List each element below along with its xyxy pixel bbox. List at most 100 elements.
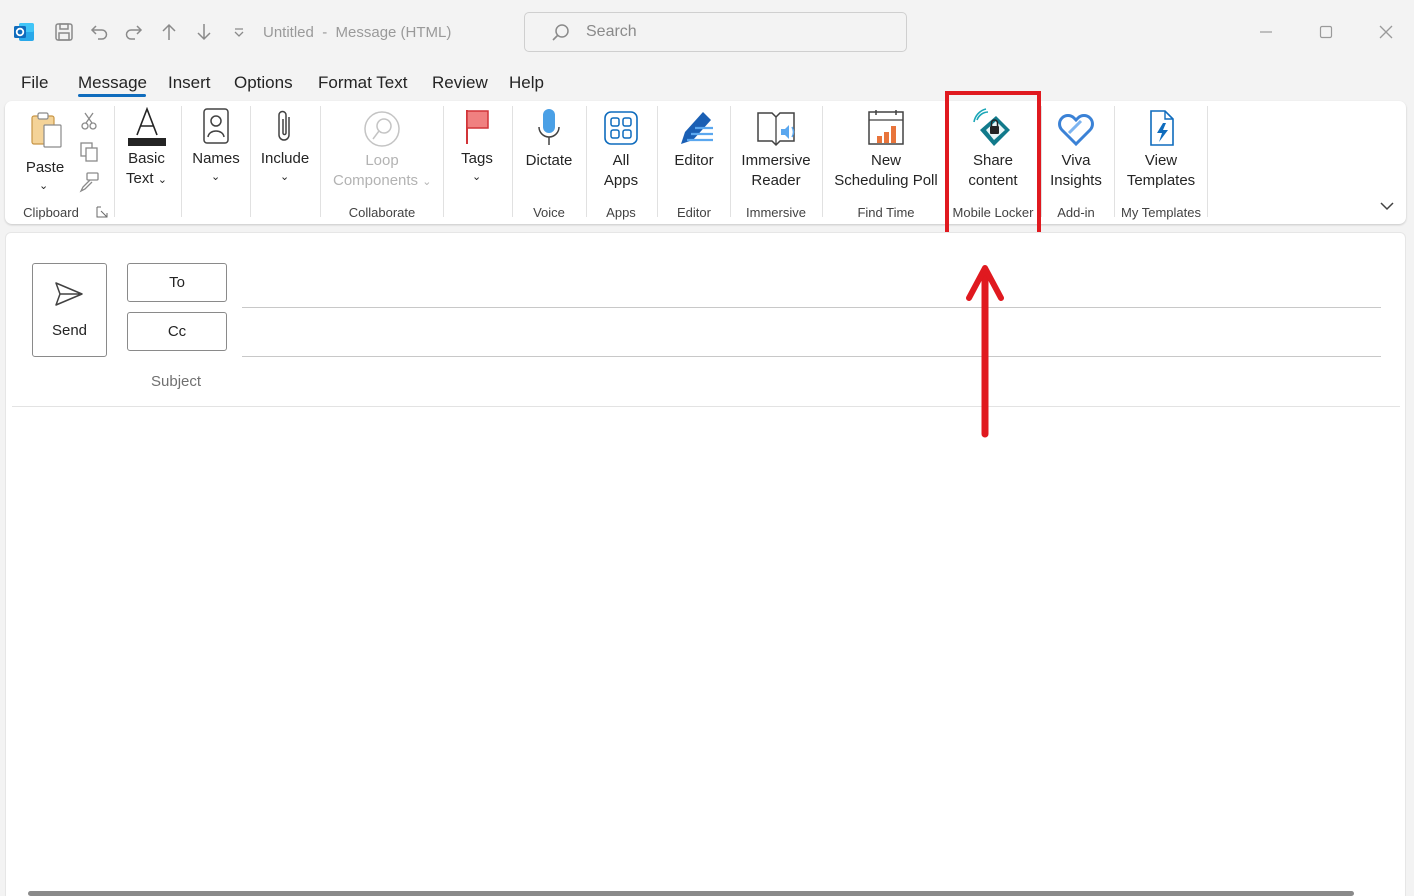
separator (320, 106, 321, 217)
include-label: Include (260, 150, 310, 167)
include-button[interactable]: Include ⌄ (257, 106, 313, 191)
save-icon[interactable] (52, 20, 76, 44)
customize-qat-icon[interactable] (227, 20, 251, 44)
active-tab-indicator (78, 94, 146, 97)
search-icon (552, 24, 569, 41)
chevron-down-icon: ⌄ (280, 171, 290, 183)
calendar-chart-icon (868, 110, 904, 145)
all-apps-button[interactable]: All Apps (590, 106, 652, 191)
tab-help[interactable]: Help (509, 73, 544, 93)
group-label-clipboard: Clipboard (23, 205, 79, 220)
poll-label-1: New (870, 152, 901, 169)
ribbon: Paste ⌄ Clipboard Basic Text ⌄ Names ⌄ I… (5, 101, 1406, 224)
send-button[interactable]: Send (32, 263, 107, 357)
loop-icon (364, 111, 400, 147)
dictate-label: Dictate (525, 152, 573, 169)
loop-label-1: Loop (365, 152, 399, 169)
font-color-icon (128, 107, 166, 146)
tab-review[interactable]: Review (432, 73, 488, 93)
apps-grid-icon (604, 111, 638, 145)
chevron-down-icon: ⌄ (211, 171, 221, 183)
viva-insights-button[interactable]: Viva Insights (1045, 106, 1107, 191)
group-label-add-in: Add-in (1057, 205, 1095, 220)
names-label: Names (192, 150, 240, 167)
cut-icon[interactable] (78, 110, 100, 132)
dictate-button[interactable]: Dictate (517, 106, 581, 191)
cc-field[interactable] (242, 356, 1381, 357)
address-book-icon (203, 108, 229, 144)
group-label-my-templates: My Templates (1121, 205, 1201, 220)
basic-text-button[interactable]: Basic Text ⌄ (118, 106, 175, 191)
group-label-find-time: Find Time (857, 205, 915, 220)
microphone-icon (538, 109, 560, 145)
templates-label-1: View (1144, 152, 1178, 169)
basic-text-label-2: Text (126, 170, 154, 187)
title-bar: Untitled - Message (HTML) Search (0, 0, 1414, 62)
viva-label-1: Viva (1061, 152, 1091, 169)
separator (1114, 106, 1115, 217)
basic-text-label-1: Basic (128, 150, 165, 167)
send-label: Send (51, 322, 88, 339)
attach-icon (278, 110, 290, 141)
undo-icon[interactable] (87, 20, 111, 44)
tab-format-text[interactable]: Format Text (318, 73, 407, 93)
names-button[interactable]: Names ⌄ (187, 106, 245, 191)
templates-label-2: Templates (1126, 172, 1196, 189)
separator (512, 106, 513, 217)
chevron-down-icon: ⌄ (157, 174, 167, 186)
annotation-arrow-icon (966, 265, 1004, 438)
group-label-voice: Voice (533, 205, 565, 220)
to-field[interactable] (242, 307, 1381, 308)
loop-components-button[interactable]: Loop Components ⌄ (328, 106, 436, 191)
to-button[interactable]: To (127, 263, 227, 302)
tags-label: Tags (461, 150, 493, 167)
editor-button[interactable]: Editor (662, 106, 726, 191)
chevron-down-icon: ⌄ (422, 176, 432, 188)
separator (1207, 106, 1208, 217)
up-arrow-icon[interactable] (157, 20, 181, 44)
immersive-reader-icon (757, 112, 795, 147)
down-arrow-icon[interactable] (192, 20, 216, 44)
highlight-box (945, 91, 1041, 236)
horizontal-scrollbar[interactable] (28, 891, 1354, 896)
body-separator (12, 406, 1400, 407)
tab-message[interactable]: Message (78, 73, 147, 93)
separator (586, 106, 587, 217)
tab-options[interactable]: Options (234, 73, 293, 93)
all-apps-label-2: Apps (603, 172, 639, 189)
tab-insert[interactable]: Insert (168, 73, 211, 93)
immersive-label-1: Immersive (741, 152, 811, 169)
search-placeholder: Search (586, 23, 637, 40)
outlook-logo (14, 23, 34, 41)
chevron-down-icon: ⌄ (39, 180, 49, 192)
cc-button[interactable]: Cc (127, 312, 227, 351)
paste-button[interactable]: Paste ⌄ (20, 106, 70, 192)
separator (730, 106, 731, 217)
subject-label: Subject (151, 373, 202, 390)
viva-label-2: Insights (1050, 172, 1102, 189)
dialog-launcher-icon[interactable] (96, 206, 108, 218)
immersive-label-2: Reader (751, 172, 801, 189)
new-scheduling-poll-button[interactable]: New Scheduling Poll (831, 106, 941, 191)
search-box[interactable]: Search (524, 12, 907, 52)
separator (181, 106, 182, 217)
tags-button[interactable]: Tags ⌄ (452, 106, 502, 191)
separator (114, 106, 115, 217)
compose-area: Send To Cc Subject (5, 232, 1406, 896)
separator (1041, 106, 1042, 217)
template-icon (1150, 110, 1174, 146)
immersive-reader-button[interactable]: Immersive Reader (737, 106, 815, 191)
minimize-button[interactable] (1254, 20, 1278, 44)
format-painter-icon[interactable] (78, 171, 100, 193)
redo-icon[interactable] (122, 20, 146, 44)
maximize-button[interactable] (1314, 20, 1338, 44)
separator (443, 106, 444, 217)
window-title: Untitled - Message (HTML) (263, 24, 452, 41)
view-templates-button[interactable]: View Templates (1118, 106, 1204, 191)
close-button[interactable] (1374, 20, 1398, 44)
separator (822, 106, 823, 217)
send-icon (55, 282, 83, 306)
copy-icon[interactable] (78, 141, 100, 163)
tab-file[interactable]: File (21, 73, 48, 93)
ribbon-expand-icon[interactable] (1378, 199, 1396, 213)
